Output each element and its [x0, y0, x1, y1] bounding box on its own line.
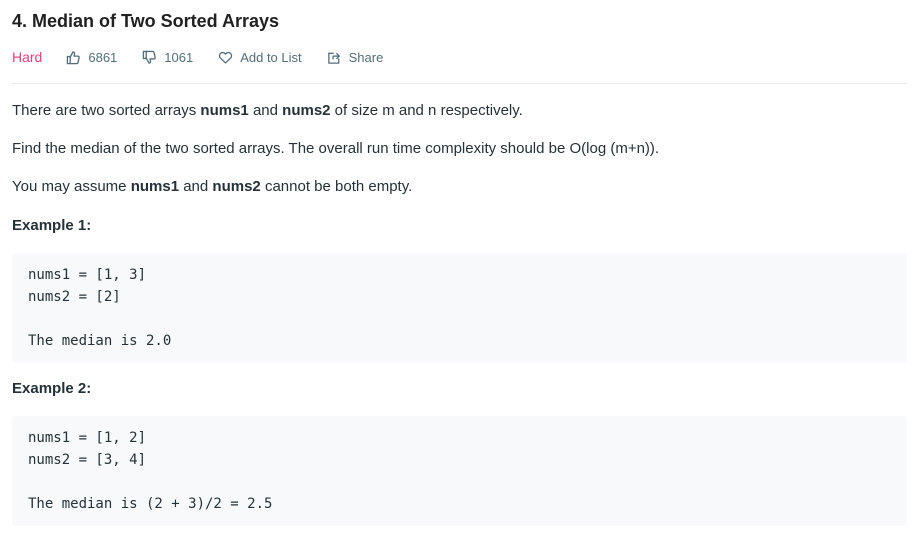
p3-nums2: nums2 — [212, 178, 261, 195]
heart-icon — [219, 51, 233, 64]
example-1-code: nums1 = [1, 3] nums2 = [2] The median is… — [12, 253, 907, 363]
share-button[interactable]: Share — [327, 49, 384, 65]
thumbs-down-icon — [143, 50, 157, 64]
example-2-code: nums1 = [1, 2] nums2 = [3, 4] The median… — [12, 416, 907, 526]
p3-text-and: and — [179, 178, 213, 195]
p3-text-start: You may assume — [12, 178, 131, 195]
example-1-title: Example 1: — [12, 217, 92, 234]
p1-text-and: and — [248, 102, 283, 119]
p3-text-end: cannot be both empty. — [260, 178, 413, 195]
example-2-title: Example 2: — [12, 380, 92, 397]
problem-meta-bar: Hard 6861 1061 Add to List Share — [12, 48, 408, 66]
header-divider — [12, 83, 907, 84]
share-label: Share — [348, 49, 384, 65]
problem-title: 4. Median of Two Sorted Arrays — [12, 11, 280, 31]
like-count: 6861 — [88, 49, 118, 65]
p1-text-start: There are two sorted arrays — [12, 102, 201, 119]
thumbs-up-icon — [67, 50, 81, 64]
description-paragraph-2: Find the median of the two sorted arrays… — [12, 140, 660, 157]
p1-nums2: nums2 — [282, 102, 331, 119]
p1-nums1: nums1 — [200, 102, 249, 119]
p1-text-end: of size m and n respectively. — [330, 102, 523, 119]
add-to-list-label: Add to List — [240, 49, 302, 65]
like-button[interactable]: 6861 — [66, 50, 117, 65]
description-paragraph-1: There are two sorted arrays nums1 and nu… — [12, 102, 523, 119]
share-icon — [327, 52, 340, 64]
dislike-count: 1061 — [164, 49, 194, 65]
dislike-button[interactable]: 1061 — [142, 50, 193, 65]
difficulty-badge: Hard — [12, 49, 43, 65]
add-to-list-button[interactable]: Add to List — [218, 49, 302, 65]
p3-nums1: nums1 — [130, 178, 180, 195]
description-paragraph-3: You may assume nums1 and nums2 cannot be… — [12, 178, 412, 195]
